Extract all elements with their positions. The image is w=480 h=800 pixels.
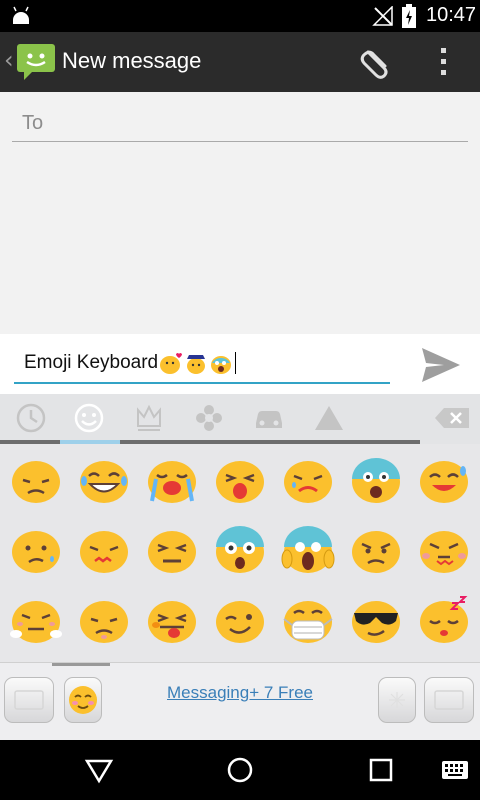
emoji-winking-face[interactable] xyxy=(206,584,274,654)
steam-face-icon xyxy=(10,601,62,643)
emoji-confused-face[interactable] xyxy=(2,514,70,584)
persevering-face-icon xyxy=(284,461,332,503)
tongue-face-icon xyxy=(148,601,196,643)
action-bar: ‹ New message xyxy=(0,32,480,92)
keyboard-bottom-bar: Messaging+ 7 Free xyxy=(0,662,480,740)
recents-square-icon[interactable] xyxy=(366,755,396,785)
category-smileys[interactable] xyxy=(60,394,118,442)
category-bar xyxy=(0,394,480,444)
triangle-symbol-icon xyxy=(315,406,343,430)
status-clock: 10:47 xyxy=(426,4,477,26)
car-icon xyxy=(256,411,282,428)
page-title: New message xyxy=(62,48,202,73)
switch-to-keyboard-button[interactable] xyxy=(4,677,54,723)
category-objects[interactable] xyxy=(120,394,178,442)
emoji-tongue-face[interactable] xyxy=(138,584,206,654)
emoji-mask-face[interactable] xyxy=(274,584,342,654)
status-bar: 10:47 xyxy=(0,0,480,32)
emoji-steam-face[interactable] xyxy=(2,584,70,654)
emoji-smiling-sweat-face[interactable] xyxy=(410,444,478,514)
active-key-indicator xyxy=(52,663,110,666)
emoji-pouting-face[interactable] xyxy=(410,514,478,584)
mask-face-icon xyxy=(283,601,333,643)
no-signal-icon xyxy=(372,6,393,26)
crown-icon xyxy=(137,404,161,431)
tired-face-icon xyxy=(216,461,264,503)
emoji-grid xyxy=(0,444,480,662)
back-triangle-icon[interactable] xyxy=(84,755,114,785)
recipient-input[interactable]: To xyxy=(12,108,468,142)
fearful-face-icon xyxy=(352,458,400,503)
blushing-smiley-icon xyxy=(69,686,97,714)
android-icon xyxy=(13,6,29,24)
confounded-face-icon xyxy=(80,531,128,573)
battery-charging-icon xyxy=(402,4,416,28)
emoji-confounded-face[interactable] xyxy=(70,514,138,584)
smiling-sweat-face-icon xyxy=(420,461,468,503)
message-row: Emoji Keyboard xyxy=(0,334,480,394)
switch-to-keyboard-right-button[interactable] xyxy=(424,677,474,723)
recent-clock-icon xyxy=(16,403,46,433)
emoji-angry-face[interactable] xyxy=(342,514,410,584)
winking-face-icon xyxy=(216,601,264,643)
emoji-sunglasses-face[interactable] xyxy=(342,584,410,654)
loudly-crying-face-icon xyxy=(148,461,196,503)
emoji-tired-face[interactable] xyxy=(206,444,274,514)
backspace-key[interactable] xyxy=(424,394,480,442)
keyboard-icon xyxy=(14,690,44,710)
sparkle-icon xyxy=(389,692,405,708)
text-caret xyxy=(235,351,237,374)
home-circle-icon[interactable] xyxy=(225,755,255,785)
keyboard-switch-icon[interactable] xyxy=(440,755,470,785)
paperclip-icon[interactable] xyxy=(358,44,394,80)
angry-face-icon xyxy=(352,531,400,573)
fearful-emoji-icon xyxy=(211,355,232,374)
kissing-heart-emoji-icon xyxy=(160,352,183,374)
sunglasses-face-icon xyxy=(352,601,400,643)
emoji-grinning-tears-face[interactable] xyxy=(70,444,138,514)
message-text: Emoji Keyboard xyxy=(24,352,159,373)
send-icon[interactable] xyxy=(418,346,462,384)
emoji-sleeping-face[interactable] xyxy=(410,584,478,654)
category-symbols[interactable] xyxy=(300,394,358,442)
emoji-toggle-button[interactable] xyxy=(64,677,102,723)
squinting-face-icon xyxy=(148,531,196,573)
category-nature[interactable] xyxy=(180,394,238,442)
emoji-disappointed-face[interactable] xyxy=(2,444,70,514)
police-officer-emoji-icon xyxy=(187,354,206,374)
emoji-persevering-face[interactable] xyxy=(274,444,342,514)
backspace-icon xyxy=(435,408,469,428)
sleeping-face-icon xyxy=(420,596,468,643)
category-travel[interactable] xyxy=(240,394,298,442)
compose-area: To xyxy=(0,92,480,334)
confused-face-icon xyxy=(12,531,60,573)
emoji-loudly-crying-face[interactable] xyxy=(138,444,206,514)
keyboard-icon xyxy=(434,690,464,710)
navigation-bar xyxy=(0,740,480,800)
promo-link[interactable]: Messaging+ 7 Free xyxy=(150,683,330,703)
disappointed-face-icon xyxy=(12,461,60,503)
flower-icon xyxy=(196,405,222,431)
pouting-face-icon xyxy=(420,531,468,573)
emoji-worried-face[interactable] xyxy=(70,584,138,654)
emoji-keyboard: Messaging+ 7 Free xyxy=(0,394,480,740)
sparkle-button[interactable] xyxy=(378,677,416,723)
category-recent[interactable] xyxy=(2,394,60,442)
scared-face-icon xyxy=(216,526,264,573)
grinning-tears-face-icon xyxy=(80,461,128,503)
message-input[interactable]: Emoji Keyboard xyxy=(14,348,390,384)
overflow-menu-icon[interactable] xyxy=(436,44,452,80)
back-chevron-icon[interactable]: ‹ xyxy=(4,46,14,74)
screaming-face-icon xyxy=(281,526,335,573)
emoji-scared-face[interactable] xyxy=(206,514,274,584)
emoji-squinting-face[interactable] xyxy=(138,514,206,584)
emoji-fearful-face[interactable] xyxy=(342,444,410,514)
smiley-face-icon xyxy=(74,403,104,433)
emoji-screaming-face[interactable] xyxy=(274,514,342,584)
messaging-app-icon[interactable] xyxy=(16,42,56,82)
worried-face-icon xyxy=(80,601,128,643)
